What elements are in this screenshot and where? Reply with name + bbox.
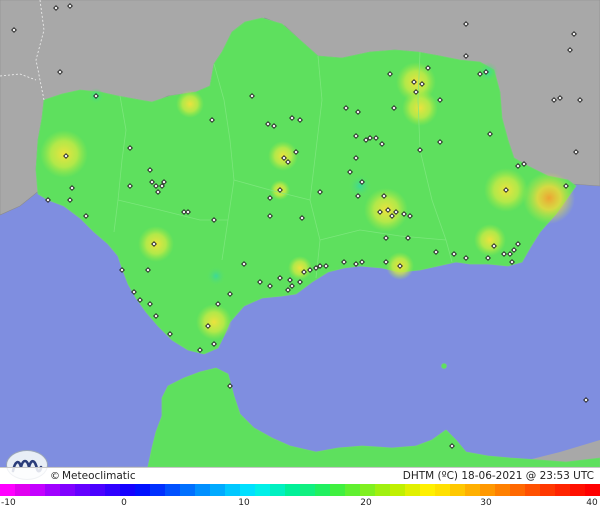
scale-swatch: [555, 484, 570, 496]
scale-swatch: [120, 484, 135, 496]
copyright-icon: ©: [50, 471, 60, 482]
scale-swatch: [450, 484, 465, 496]
scale-swatch: [465, 484, 480, 496]
hotspot-cordoba: [268, 141, 298, 171]
scale-swatch: [375, 484, 390, 496]
scale-swatch: [240, 484, 255, 496]
color-scale-ticks: -10 0 10 20 30 40: [0, 497, 600, 517]
scale-swatch: [540, 484, 555, 496]
coolspot-sierra: [206, 266, 226, 286]
coolspot-sierra-nevada: [348, 174, 372, 198]
scale-swatch: [315, 484, 330, 496]
scale-swatch: [405, 484, 420, 496]
scale-swatch: [570, 484, 585, 496]
map-caption: DHTM (ºC) 18-06-2021 @ 23:53 UTC: [403, 468, 594, 484]
scale-swatch: [525, 484, 540, 496]
andalusia-temperature-map[interactable]: [0, 0, 600, 467]
scale-swatch: [585, 484, 600, 496]
scale-swatch: [420, 484, 435, 496]
scale-tick-label: 20: [360, 498, 372, 508]
hotspot-huelva: [40, 130, 88, 178]
scale-swatch: [135, 484, 150, 496]
scale-swatch: [150, 484, 165, 496]
hotspot-coast-east: [288, 256, 312, 280]
scale-swatch: [210, 484, 225, 496]
scale-swatch: [300, 484, 315, 496]
scale-swatch: [390, 484, 405, 496]
hotspot-malaga: [196, 304, 232, 340]
scale-swatch: [0, 484, 15, 496]
scale-swatch: [360, 484, 375, 496]
map-info-bar: © Meteoclimatic DHTM (ºC) 18-06-2021 @ 23…: [0, 467, 600, 484]
brand-name[interactable]: Meteoclimatic: [62, 470, 136, 482]
scale-swatch: [180, 484, 195, 496]
scale-swatch: [195, 484, 210, 496]
scale-swatch: [45, 484, 60, 496]
scale-swatch: [285, 484, 300, 496]
scale-swatch: [225, 484, 240, 496]
date-label: 18-06-2021: [461, 470, 523, 482]
scale-swatch: [255, 484, 270, 496]
map-view: © Meteoclimatic DHTM (ºC) 18-06-2021 @ 23…: [0, 0, 600, 517]
scale-swatch: [435, 484, 450, 496]
scale-swatch: [30, 484, 45, 496]
time-label: 23:53 UTC: [539, 470, 594, 482]
scale-swatch: [75, 484, 90, 496]
hotspot-jaen-south: [402, 90, 438, 126]
hotspot-sierra-north: [176, 90, 204, 118]
temperature-color-scale: [0, 484, 600, 496]
scale-swatch: [60, 484, 75, 496]
brand-label: © Meteoclimatic: [50, 468, 136, 485]
scale-swatch: [90, 484, 105, 496]
hotspot-east-inland: [474, 224, 506, 256]
scale-swatch: [270, 484, 285, 496]
scale-tick-label: 30: [480, 498, 492, 508]
scale-swatch: [345, 484, 360, 496]
islands: [441, 363, 447, 369]
scale-swatch: [495, 484, 510, 496]
scale-swatch: [105, 484, 120, 496]
scale-tick-label: 0: [121, 498, 127, 508]
scale-swatch: [330, 484, 345, 496]
scale-swatch: [165, 484, 180, 496]
scale-swatch: [15, 484, 30, 496]
scale-swatch: [480, 484, 495, 496]
variable-label: DHTM (ºC): [402, 470, 459, 482]
scale-tick-label: -10: [1, 498, 16, 508]
scale-swatch: [510, 484, 525, 496]
scale-tick-label: 10: [238, 498, 250, 508]
scale-tick-label: 40: [586, 498, 598, 508]
at-symbol: @: [525, 470, 537, 482]
hotspot-almeria: [523, 172, 575, 224]
